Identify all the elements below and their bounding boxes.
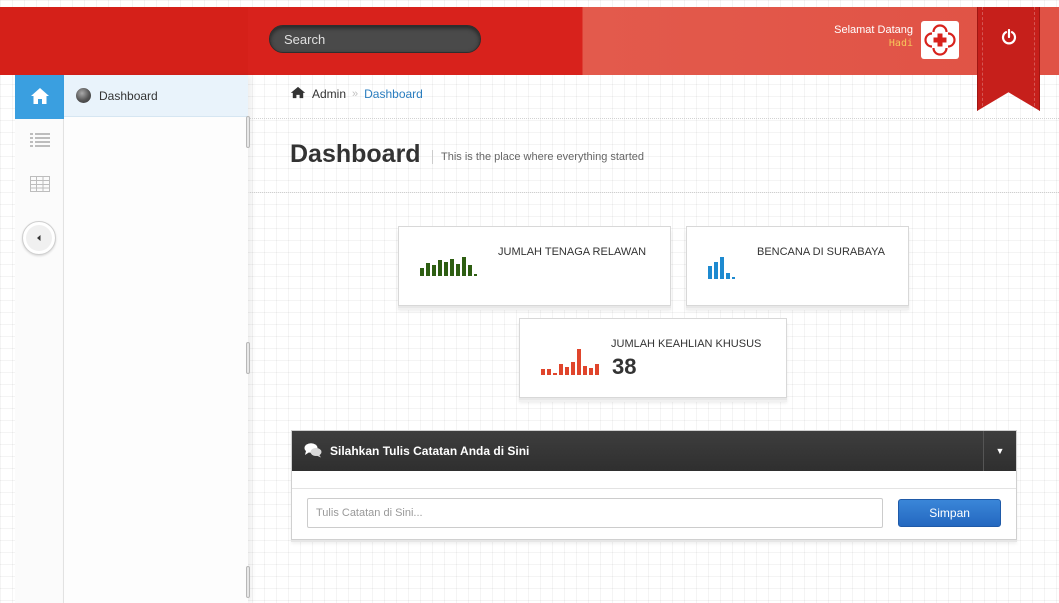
breadcrumb-separator: » [352, 88, 359, 100]
notes-panel-header: Silahkan Tulis Catatan Anda di Sini ▼ [292, 431, 1016, 471]
home-icon [30, 87, 50, 108]
notes-panel-title: Silahkan Tulis Catatan Anda di Sini [330, 444, 530, 458]
page-title: Dashboard [290, 140, 421, 168]
table-icon [29, 175, 50, 195]
breadcrumb-divider [250, 118, 1059, 119]
welcome-text: Selamat Datang [834, 24, 913, 36]
red-cross-flower-icon [921, 21, 959, 59]
rail-item-table[interactable] [15, 163, 64, 207]
breadcrumb-root[interactable]: Admin [312, 87, 346, 101]
stat-card-bencana[interactable]: BENCANA DI SURABAYA [686, 226, 909, 306]
power-icon[interactable] [1001, 28, 1017, 111]
stat-label: BENCANA DI SURABAYA [757, 246, 885, 258]
sidebar-hinge [246, 566, 250, 598]
top-bar: Selamat Datang Hadi [0, 7, 1059, 111]
sidebar-collapse-button[interactable] [22, 221, 56, 255]
sidebar-hinge [246, 342, 250, 374]
bar-chart-icon [708, 257, 735, 279]
stat-label: JUMLAH TENAGA RELAWAN [498, 246, 647, 258]
stat-label: JUMLAH KEAHLIAN KHUSUS [611, 338, 762, 350]
caret-down-icon: ▼ [995, 446, 1005, 456]
bar-chart-icon [420, 257, 477, 276]
list-icon [29, 132, 50, 151]
rail-item-home[interactable] [15, 75, 64, 119]
icon-rail [15, 75, 64, 603]
sidebar: Dashboard [64, 75, 248, 603]
title-divider [250, 192, 1059, 193]
save-button[interactable]: Simpan [898, 499, 1001, 527]
logout-ribbon[interactable] [977, 7, 1040, 111]
notes-panel: Silahkan Tulis Catatan Anda di Sini ▼ Si… [291, 430, 1017, 540]
search-input[interactable] [269, 25, 481, 53]
sidebar-item-label: Dashboard [99, 88, 158, 103]
page-subtitle: This is the place where everything start… [432, 150, 644, 164]
chevron-left-icon [35, 231, 43, 245]
chat-bubbles-icon [304, 442, 322, 461]
stat-card-keahlian[interactable]: JUMLAH KEAHLIAN KHUSUS 38 [519, 318, 787, 398]
notes-panel-body: Simpan [292, 488, 1016, 540]
home-icon[interactable] [290, 86, 306, 102]
breadcrumb: Admin » Dashboard [290, 86, 423, 102]
breadcrumb-current[interactable]: Dashboard [364, 87, 423, 101]
stat-value: 38 [612, 354, 637, 379]
sidebar-item-dashboard[interactable]: Dashboard [64, 75, 248, 117]
note-input[interactable] [307, 498, 884, 528]
sidebar-hinge [246, 116, 250, 148]
bar-chart-icon [541, 349, 599, 375]
welcome-block: Selamat Datang Hadi [834, 24, 913, 50]
username-label[interactable]: Hadi [834, 37, 913, 50]
notes-panel-toggle[interactable]: ▼ [983, 431, 1016, 471]
rail-item-list[interactable] [15, 119, 64, 163]
dashboard-icon [76, 88, 91, 103]
top-bar-brand-area [0, 7, 248, 75]
stat-card-relawan[interactable]: JUMLAH TENAGA RELAWAN [398, 226, 671, 306]
